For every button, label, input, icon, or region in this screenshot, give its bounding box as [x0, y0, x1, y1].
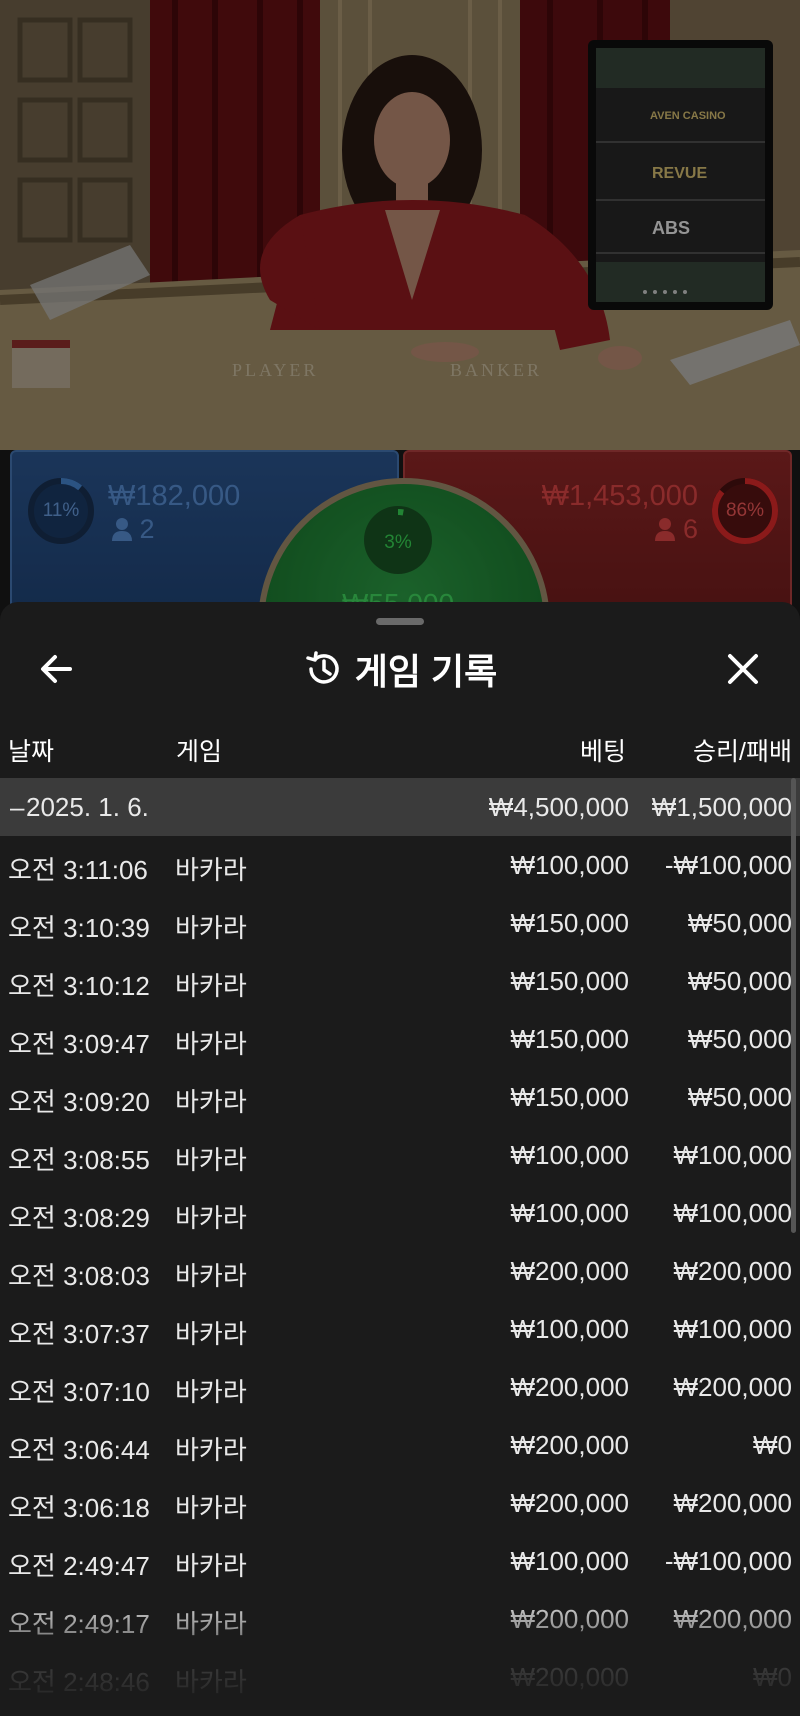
row-time: 오전 2:49:47 [8, 1551, 150, 1581]
row-game: 바카라 [175, 1029, 247, 1059]
row-bet: ₩200,000 [510, 1488, 629, 1518]
row-result: ₩50,000 [687, 966, 792, 996]
row-time: 오전 3:10:39 [8, 913, 150, 943]
sheet-drag-handle[interactable] [376, 618, 424, 625]
column-header-date[interactable]: 날짜 [8, 732, 54, 768]
row-result: ₩200,000 [673, 1604, 792, 1634]
row-bet: ₩150,000 [510, 1082, 629, 1112]
row-bet: ₩100,000 [510, 1198, 629, 1228]
row-result: -₩100,000 [664, 850, 792, 880]
row-result: ₩200,000 [673, 1256, 792, 1286]
row-bet: ₩150,000 [510, 966, 629, 996]
game-history-sheet: 게임 기록 날짜 게임 베팅 승리/패배 – 2025. 1. 6. ₩4,50… [0, 602, 800, 1716]
row-bet: ₩100,000 [510, 1546, 629, 1576]
row-time: 오전 3:11:06 [8, 855, 148, 885]
row-time: 오전 3:09:47 [8, 1029, 150, 1059]
row-game: 바카라 [175, 1435, 247, 1465]
table-row[interactable]: 오전 3:09:20 바카라 ₩150,000 ₩50,000 [0, 1068, 800, 1126]
row-bet: ₩200,000 [510, 1604, 629, 1634]
close-button[interactable] [720, 646, 766, 692]
row-game: 바카라 [175, 1261, 247, 1291]
table-row[interactable]: 오전 3:09:47 바카라 ₩150,000 ₩50,000 [0, 1010, 800, 1068]
table-row[interactable]: 오전 3:06:18 바카라 ₩200,000 ₩200,000 [0, 1474, 800, 1532]
date-group-row[interactable]: – 2025. 1. 6. ₩4,500,000 ₩1,500,000 [0, 778, 800, 836]
row-bet: ₩200,000 [510, 1372, 629, 1402]
row-result: -₩100,000 [664, 1546, 792, 1576]
row-game: 바카라 [175, 1551, 247, 1581]
history-icon [306, 651, 339, 684]
row-game: 바카라 [175, 1609, 247, 1639]
row-result: ₩200,000 [673, 1372, 792, 1402]
column-header-result[interactable]: 승리/패배 [693, 732, 792, 768]
row-result: ₩50,000 [687, 1082, 792, 1112]
row-time: 오전 3:08:55 [8, 1145, 150, 1175]
row-game: 바카라 [175, 1145, 247, 1175]
row-result: ₩200,000 [673, 1488, 792, 1518]
date-group-result-total: ₩1,500,000 [651, 792, 792, 822]
minus-icon: – [10, 792, 25, 822]
row-bet: ₩150,000 [510, 1024, 629, 1054]
row-bet: ₩200,000 [510, 1256, 629, 1286]
row-result: ₩100,000 [673, 1198, 792, 1228]
sheet-header: 게임 기록 [0, 644, 800, 694]
table-row[interactable]: 오전 3:07:37 바카라 ₩100,000 ₩100,000 [0, 1300, 800, 1358]
row-bet: ₩100,000 [510, 850, 629, 880]
row-time: 오전 3:06:44 [8, 1435, 150, 1465]
row-game: 바카라 [175, 1203, 247, 1233]
row-result: ₩0 [753, 1430, 792, 1460]
column-header-bet[interactable]: 베팅 [580, 732, 626, 768]
row-bet: ₩100,000 [510, 1140, 629, 1170]
row-bet: ₩200,000 [510, 1430, 629, 1460]
table-row[interactable]: 오전 3:08:55 바카라 ₩100,000 ₩100,000 [0, 1126, 800, 1184]
row-game: 바카라 [175, 1667, 247, 1697]
row-bet: ₩150,000 [510, 908, 629, 938]
row-time: 오전 3:10:12 [8, 971, 150, 1001]
page-title: 게임 기록 [354, 651, 498, 692]
row-game: 바카라 [175, 971, 247, 1001]
row-game: 바카라 [175, 913, 247, 943]
date-group-bet-total: ₩4,500,000 [488, 792, 629, 822]
table-row[interactable]: 오전 2:49:17 바카라 ₩200,000 ₩200,000 [0, 1590, 800, 1648]
column-header-game[interactable]: 게임 [176, 732, 222, 768]
row-time: 오전 2:49:17 [8, 1609, 150, 1639]
row-bet: ₩200,000 [510, 1662, 629, 1692]
row-time: 오전 3:06:18 [8, 1493, 150, 1523]
row-time: 오전 3:08:03 [8, 1261, 150, 1291]
table-row[interactable]: 오전 3:07:10 바카라 ₩200,000 ₩200,000 [0, 1358, 800, 1416]
date-group-date: 2025. 1. 6. [26, 792, 149, 822]
row-result: ₩100,000 [673, 1140, 792, 1170]
row-game: 바카라 [175, 1377, 247, 1407]
row-result: ₩50,000 [687, 1024, 792, 1054]
table-row[interactable]: 오전 3:06:44 바카라 ₩200,000 ₩0 [0, 1416, 800, 1474]
table-row[interactable]: 오전 3:10:12 바카라 ₩150,000 ₩50,000 [0, 952, 800, 1010]
row-time: 오전 3:09:20 [8, 1087, 150, 1117]
close-icon [728, 654, 758, 684]
row-time: 오전 3:07:37 [8, 1319, 150, 1349]
row-game: 바카라 [175, 1493, 247, 1523]
row-result: ₩50,000 [687, 908, 792, 938]
table-row[interactable]: 오전 2:48:46 바카라 ₩200,000 ₩0 [0, 1648, 800, 1706]
row-result: ₩100,000 [673, 1314, 792, 1344]
scrollbar[interactable] [791, 778, 796, 1233]
table-row[interactable]: 오전 3:08:03 바카라 ₩200,000 ₩200,000 [0, 1242, 800, 1300]
row-bet: ₩100,000 [510, 1314, 629, 1344]
table-row[interactable]: 오전 3:08:29 바카라 ₩100,000 ₩100,000 [0, 1184, 800, 1242]
table-row[interactable]: 오전 2:49:47 바카라 ₩100,000 -₩100,000 [0, 1532, 800, 1590]
row-game: 바카라 [175, 1087, 247, 1117]
row-time: 오전 2:48:46 [8, 1667, 150, 1697]
table-row[interactable]: 오전 3:11:06 바카라 ₩100,000 -₩100,000 [0, 836, 800, 894]
row-game: 바카라 [175, 1319, 247, 1349]
row-time: 오전 3:08:29 [8, 1203, 150, 1233]
row-game: 바카라 [175, 855, 247, 885]
table-row[interactable]: 오전 3:10:39 바카라 ₩150,000 ₩50,000 [0, 894, 800, 952]
row-result: ₩0 [753, 1662, 792, 1692]
history-list: 오전 3:11:06 바카라 ₩100,000 -₩100,000 오전 3:1… [0, 836, 800, 1706]
row-time: 오전 3:07:10 [8, 1377, 150, 1407]
